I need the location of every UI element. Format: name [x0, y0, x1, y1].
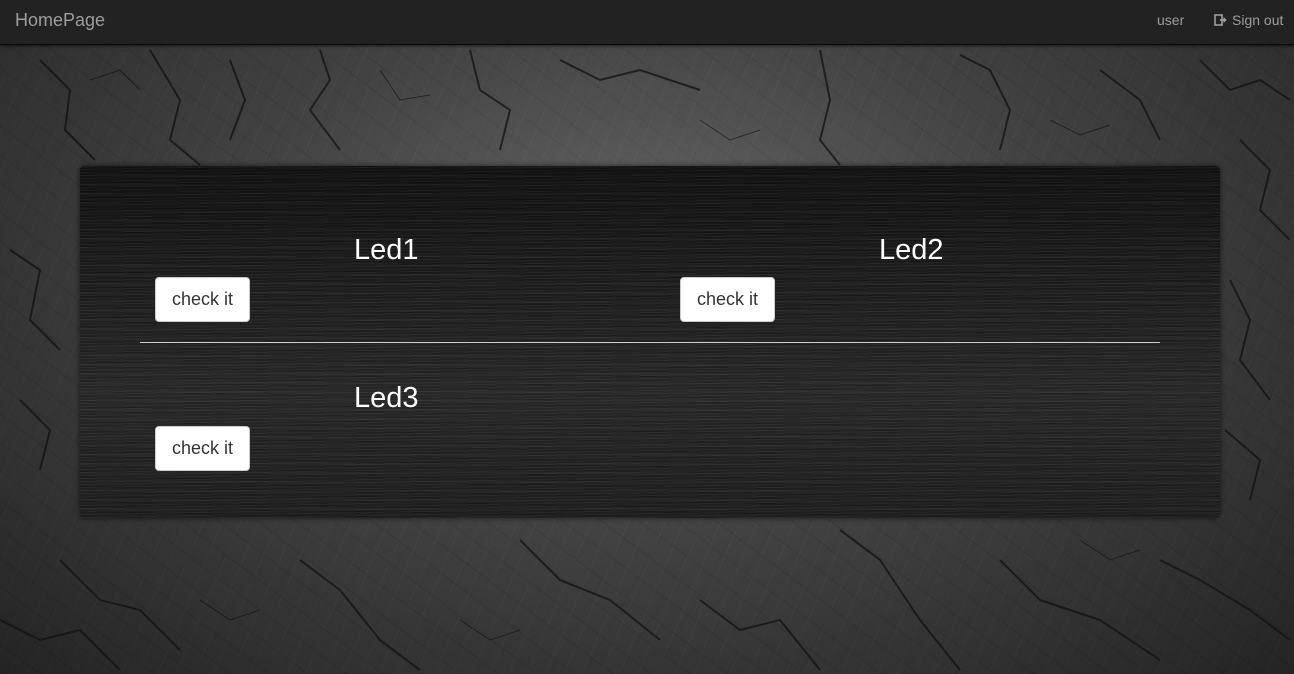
brand-link[interactable]: HomePage — [15, 10, 105, 31]
led2-title: Led2 — [879, 234, 944, 266]
led1-check-button[interactable]: check it — [155, 277, 250, 322]
sign-out-icon — [1214, 14, 1227, 26]
top-navbar: HomePage user Sign out — [0, 0, 1294, 45]
led2-check-button[interactable]: check it — [680, 277, 775, 322]
user-link[interactable]: user — [1157, 12, 1184, 28]
signout-label: Sign out — [1232, 12, 1284, 28]
led-panel: Led1 check it Led2 check it Led3 check i… — [80, 166, 1220, 518]
led3-title: Led3 — [354, 382, 419, 414]
signout-link[interactable]: Sign out — [1214, 12, 1283, 28]
led1-title: Led1 — [354, 234, 419, 266]
led3-check-button[interactable]: check it — [155, 426, 250, 471]
row-divider — [140, 342, 1160, 343]
